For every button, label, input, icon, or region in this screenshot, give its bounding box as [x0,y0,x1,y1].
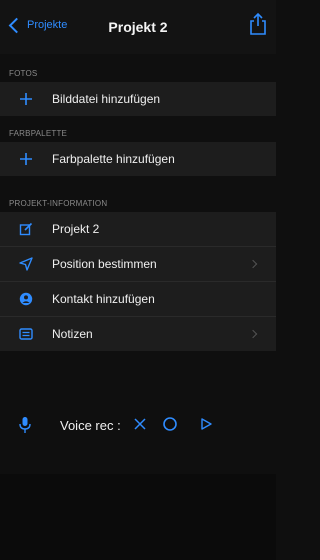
notes-row[interactable]: Notizen [0,317,276,351]
share-icon[interactable] [248,12,268,36]
location-arrow-icon [18,256,34,272]
voice-rec-label: Voice rec : [60,418,121,433]
page-title: Projekt 2 [108,19,168,35]
edit-icon [18,221,34,237]
plus-icon [18,91,34,107]
plus-icon [18,151,34,167]
contact-label: Kontakt hinzufügen [52,292,155,306]
section-header-projekt-information: PROJEKT-INFORMATION [9,199,108,208]
record-icon[interactable] [162,416,178,432]
notes-label: Notizen [52,327,93,341]
voice-recorder: Voice rec : [0,408,276,442]
add-image-label: Bilddatei hinzufügen [52,92,161,106]
add-palette-label: Farbpalette hinzufügen [52,152,175,166]
projekt-info-group: Projekt 2 Position bestimmen Kontakt hin… [0,212,276,351]
navigation-bar: Projekte Projekt 2 [0,0,276,54]
farbpalette-group: Farbpalette hinzufügen [0,142,276,176]
contact-icon [18,291,34,307]
project-name-label: Projekt 2 [52,222,100,236]
position-row[interactable]: Position bestimmen [0,247,276,282]
section-header-fotos: FOTOS [9,69,38,78]
add-image-button[interactable]: Bilddatei hinzufügen [0,82,276,116]
bottom-area [0,474,276,560]
play-icon[interactable] [198,416,214,432]
fotos-group: Bilddatei hinzufügen [0,82,276,116]
chevron-right-icon [248,329,258,339]
contact-row[interactable]: Kontakt hinzufügen [0,282,276,317]
position-label: Position bestimmen [52,257,157,271]
microphone-icon [19,417,31,433]
add-palette-button[interactable]: Farbpalette hinzufügen [0,142,276,176]
section-header-farbpalette: FARBPALETTE [9,129,68,138]
notes-icon [18,326,34,342]
delete-recording-icon[interactable] [132,416,148,432]
project-name-row[interactable]: Projekt 2 [0,212,276,247]
chevron-right-icon [248,259,258,269]
